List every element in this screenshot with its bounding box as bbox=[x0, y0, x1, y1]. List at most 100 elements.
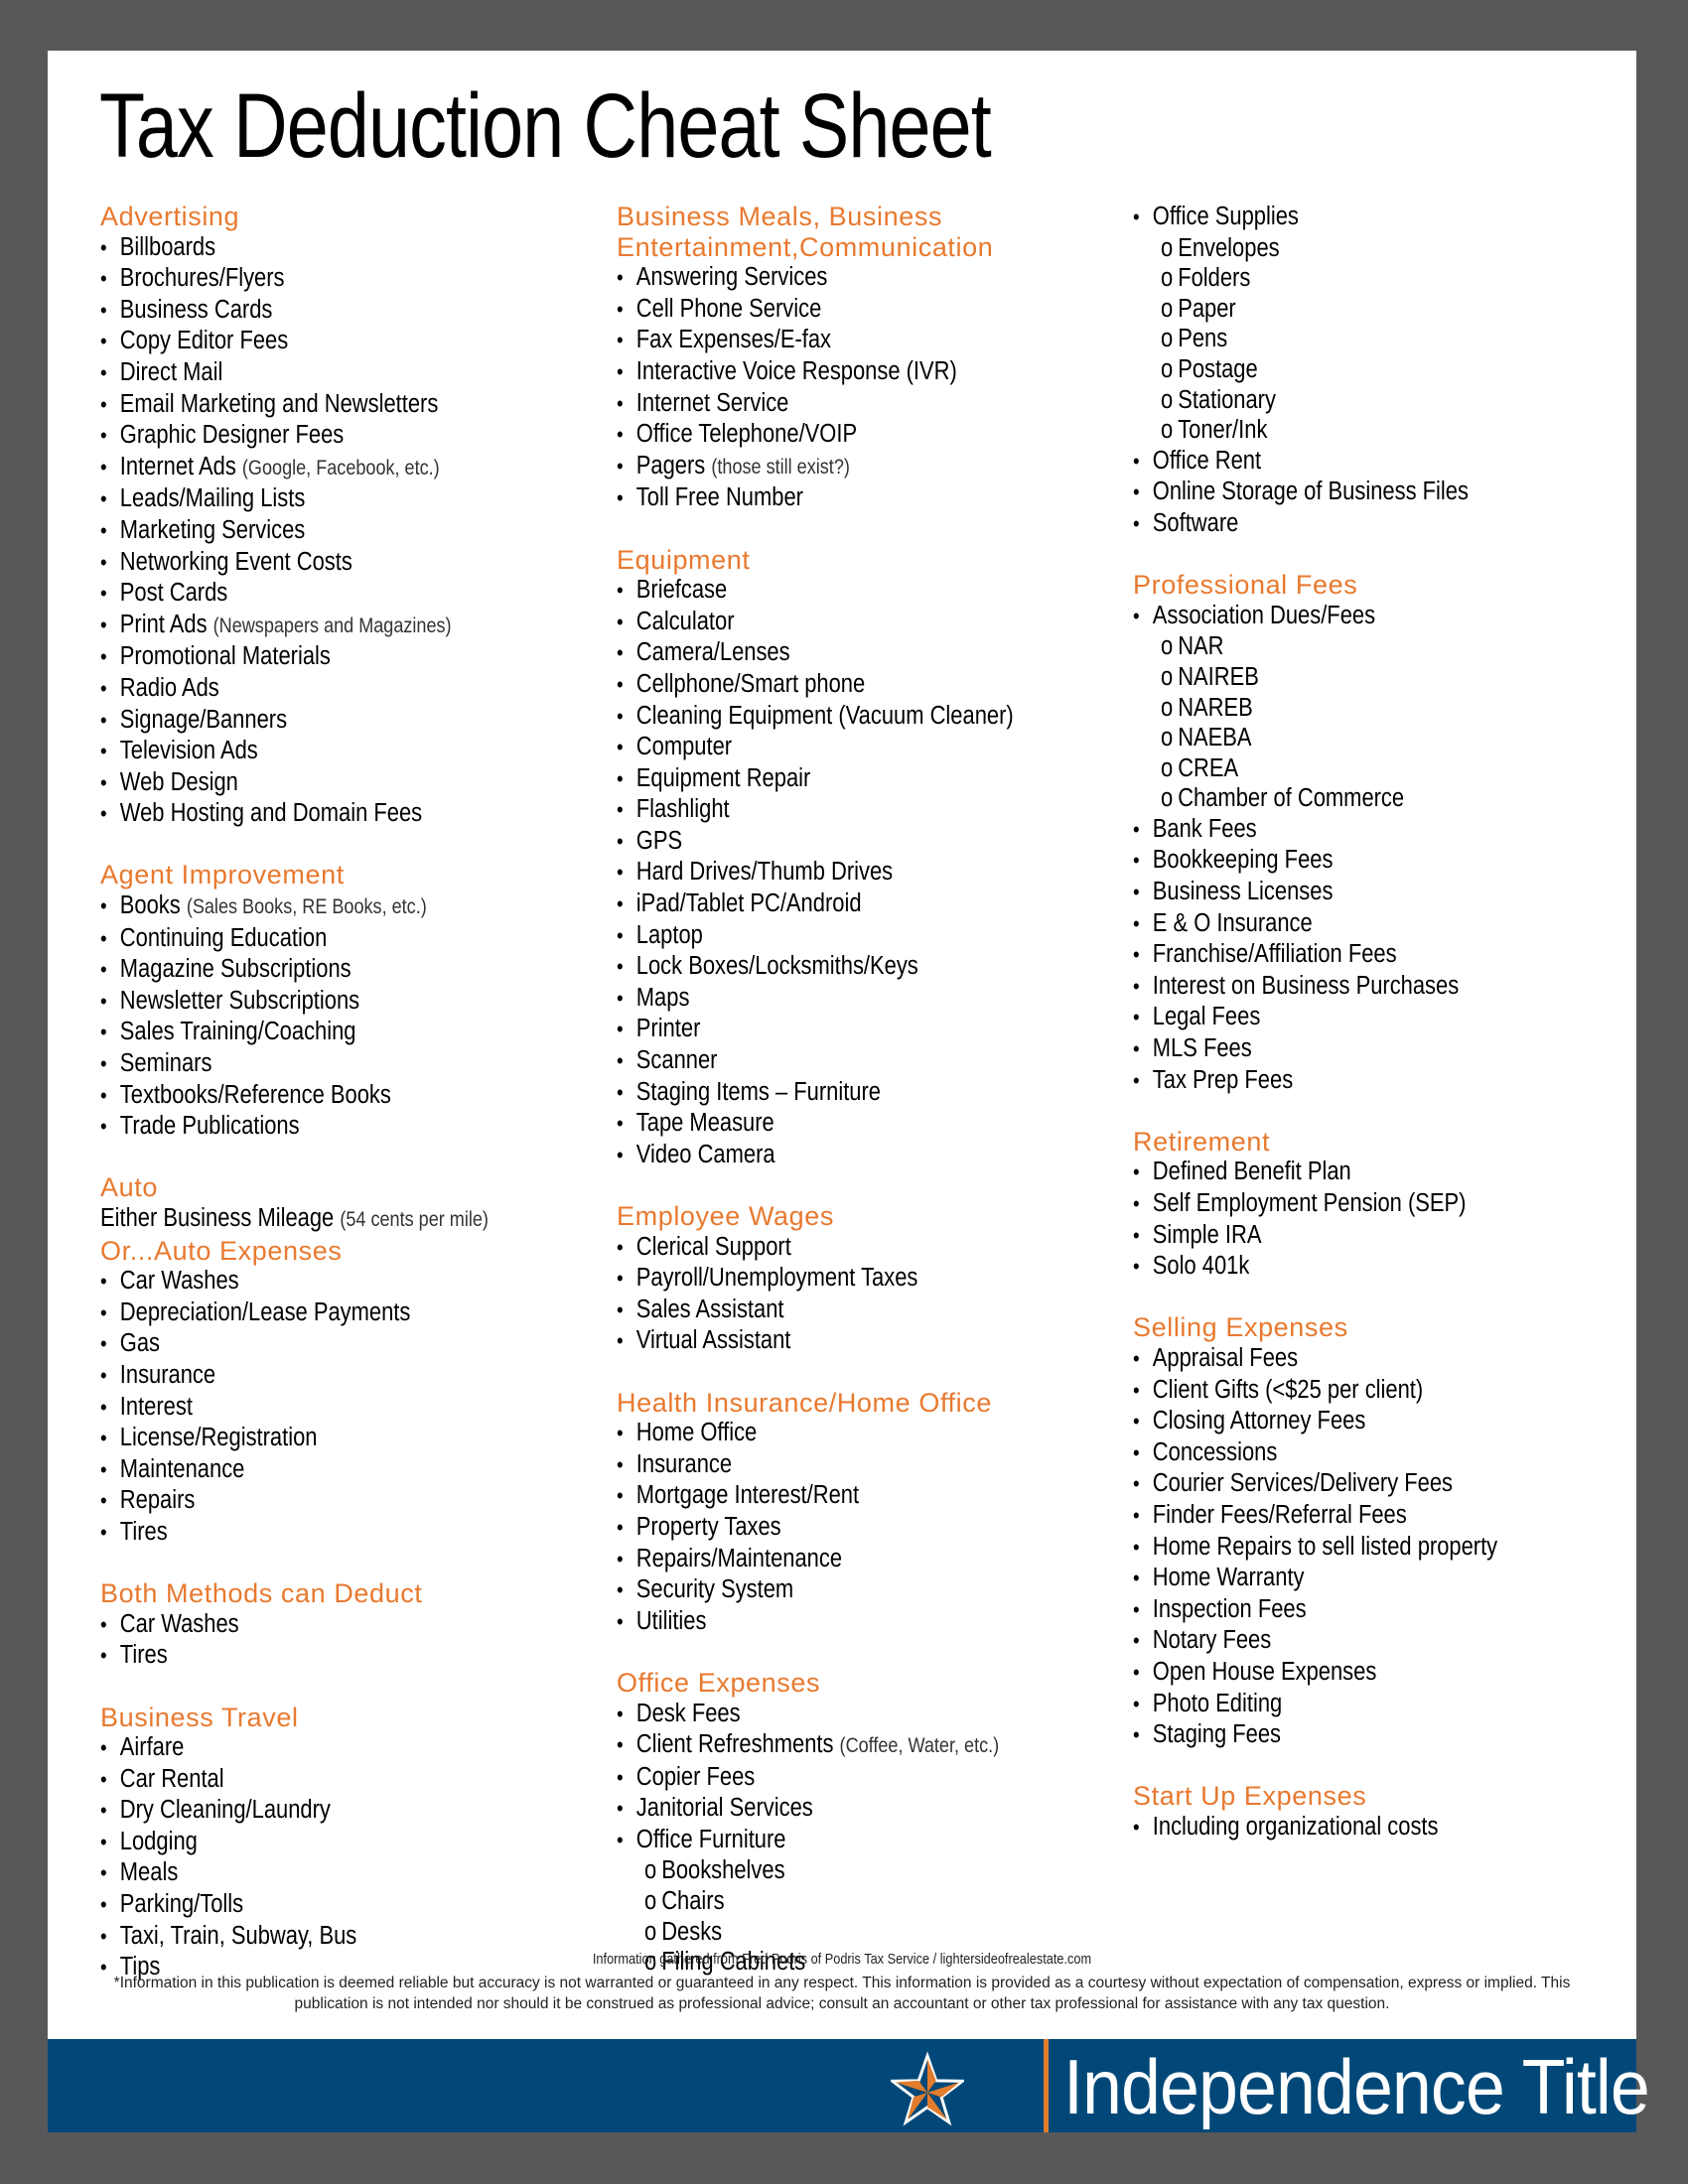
sub-list-item: o Folders bbox=[1133, 263, 1629, 294]
bullet-icon: • bbox=[617, 828, 624, 854]
item-label: Software bbox=[1152, 508, 1239, 537]
list-item: • Tape Measure bbox=[617, 1108, 1113, 1140]
sub-list-item: o Paper bbox=[1133, 294, 1629, 325]
bullet-icon: • bbox=[100, 1082, 107, 1108]
bullet-icon: • bbox=[617, 703, 624, 729]
bullet-icon: • bbox=[100, 517, 107, 543]
list-item-content: • Answering Services bbox=[617, 262, 827, 294]
list-item: • Notary Fees bbox=[1133, 1625, 1629, 1657]
list-item: • Simple IRA bbox=[1133, 1220, 1629, 1252]
list-item-content: • Online Storage of Business Files bbox=[1133, 477, 1469, 508]
list-item: • Photo Editing bbox=[1133, 1689, 1629, 1720]
item-label: Business Licenses bbox=[1152, 878, 1334, 906]
list-item-content: • Web Design bbox=[100, 767, 238, 799]
bullet-icon: • bbox=[617, 891, 624, 917]
bullet-icon: • bbox=[100, 707, 107, 733]
bullet-icon: • bbox=[617, 1328, 624, 1354]
sub-list-item: o Postage bbox=[1133, 354, 1629, 385]
item-label: Calculator bbox=[635, 607, 735, 635]
bullet-icon: • bbox=[617, 1142, 624, 1167]
list-item: • Association Dues/Fees bbox=[1133, 601, 1629, 632]
bullet-icon: • bbox=[617, 1111, 624, 1137]
list-item: • License/Registration bbox=[100, 1423, 597, 1454]
bullet-icon: • bbox=[617, 485, 624, 511]
list-item-content: • Appraisal Fees bbox=[1133, 1343, 1298, 1375]
list-item-content: • Scanner bbox=[617, 1045, 717, 1077]
bullet-icon: • bbox=[1133, 1566, 1140, 1591]
bullet-icon: • bbox=[100, 612, 107, 637]
item-label: Concessions bbox=[1152, 1437, 1278, 1466]
list-item: • Insurance bbox=[100, 1360, 597, 1392]
item-label: Courier Services/Delivery Fees bbox=[1152, 1469, 1454, 1498]
list-item-content: • Printer bbox=[617, 1014, 700, 1045]
sub-item-content: o NAREB bbox=[1161, 693, 1253, 724]
list-item: • Promotional Materials bbox=[100, 641, 597, 673]
list-item: • Meals bbox=[100, 1857, 597, 1889]
list-item: • Internet Service bbox=[617, 388, 1113, 420]
item-label: Home Repairs to sell listed property bbox=[1152, 1532, 1498, 1561]
bullet-icon: • bbox=[617, 1732, 624, 1758]
sub-item-label: NAREB bbox=[1178, 693, 1253, 722]
sub-item-content: o Pens bbox=[1161, 324, 1227, 354]
list-item: • Repairs bbox=[100, 1485, 597, 1517]
bullet-icon: • bbox=[100, 925, 107, 951]
list-item-content: • Gas bbox=[100, 1328, 160, 1360]
list-item: • Legal Fees bbox=[1133, 1002, 1629, 1033]
list-item-content: • Photo Editing bbox=[1133, 1689, 1282, 1720]
list-item: • Interactive Voice Response (IVR) bbox=[617, 356, 1113, 388]
list-item-content: • Magazine Subscriptions bbox=[100, 954, 352, 986]
list-item: • Sales Assistant bbox=[617, 1295, 1113, 1326]
bullet-icon: • bbox=[100, 391, 107, 417]
list-item: • Television Ads bbox=[100, 736, 597, 767]
bullet-icon: • bbox=[617, 1546, 624, 1571]
section: • Office Supplies o Envelopes o Folders o Paper… bbox=[1133, 202, 1629, 540]
list-item: • Direct Mail bbox=[100, 357, 597, 389]
item-label: Airfare bbox=[119, 1733, 185, 1762]
bullet-icon: • bbox=[100, 359, 107, 385]
item-label: Fax Expenses/E-fax bbox=[635, 326, 832, 354]
item-note: (those still exist?) bbox=[711, 455, 850, 478]
list-item: • Leads/Mailing Lists bbox=[100, 483, 597, 515]
bullet-icon: • bbox=[1133, 1502, 1140, 1528]
list-item: • Post Cards bbox=[100, 578, 597, 610]
list-item-content: • Property Taxes bbox=[617, 1512, 781, 1544]
list-item-content: • Client Refreshments (Coffee, Water, etc… bbox=[617, 1729, 999, 1762]
list-item: • Car Rental bbox=[100, 1764, 597, 1796]
list-item: • Cell Phone Service bbox=[617, 294, 1113, 326]
list-item: • Including organizational costs bbox=[1133, 1812, 1629, 1843]
list-item-content: • Computer bbox=[617, 732, 732, 763]
bullet-icon: • bbox=[617, 735, 624, 760]
bullet-icon: • bbox=[617, 1701, 624, 1726]
list-item: • Home Warranty bbox=[1133, 1563, 1629, 1594]
sub-item-content: o Chamber of Commerce bbox=[1161, 783, 1404, 814]
item-label: Desk Fees bbox=[635, 1699, 741, 1727]
list-item-content: • Camera/Lenses bbox=[617, 637, 790, 669]
section: Equipment • Briefcase • Calculator • Camera/Le… bbox=[617, 545, 1113, 1171]
item-label: Sales Assistant bbox=[635, 1295, 784, 1323]
list-item-content: • Television Ads bbox=[100, 736, 258, 767]
list-item: • MLS Fees bbox=[1133, 1033, 1629, 1065]
bullet-icon: • bbox=[1133, 1191, 1140, 1216]
bullet-icon: • bbox=[100, 1269, 107, 1295]
list-item: • Graphic Designer Fees bbox=[100, 420, 597, 452]
list-item: • Depreciation/Lease Payments bbox=[100, 1297, 597, 1329]
list-item-content: • Tires bbox=[100, 1517, 168, 1549]
page-title: Tax Deduction Cheat Sheet bbox=[99, 75, 992, 177]
sub-item-content: o NAIREB bbox=[1161, 662, 1259, 693]
bullet-icon: • bbox=[100, 1829, 107, 1854]
list-item-content: • Post Cards bbox=[100, 578, 227, 610]
bullet-icon: • bbox=[1133, 1254, 1140, 1280]
list-item: • Lock Boxes/Locksmiths/Keys bbox=[617, 951, 1113, 983]
item-label: Toll Free Number bbox=[635, 483, 803, 512]
list-item: • Client Gifts (<$25 per client) bbox=[1133, 1375, 1629, 1407]
list-item: • Flashlight bbox=[617, 794, 1113, 826]
list-item: • Copier Fees bbox=[617, 1762, 1113, 1794]
list-item-content: • Utilities bbox=[617, 1606, 706, 1638]
list-item: • Brochures/Flyers bbox=[100, 263, 597, 295]
list-item: • Staging Fees bbox=[1133, 1719, 1629, 1751]
list-item-content: • Clerical Support bbox=[617, 1232, 791, 1264]
brand-banner: Independence Title bbox=[48, 2039, 1650, 2132]
list-item: • Interest bbox=[100, 1392, 597, 1424]
list-item: • Parking/Tolls bbox=[100, 1889, 597, 1921]
sub-bullet-icon: o bbox=[644, 1917, 657, 1946]
